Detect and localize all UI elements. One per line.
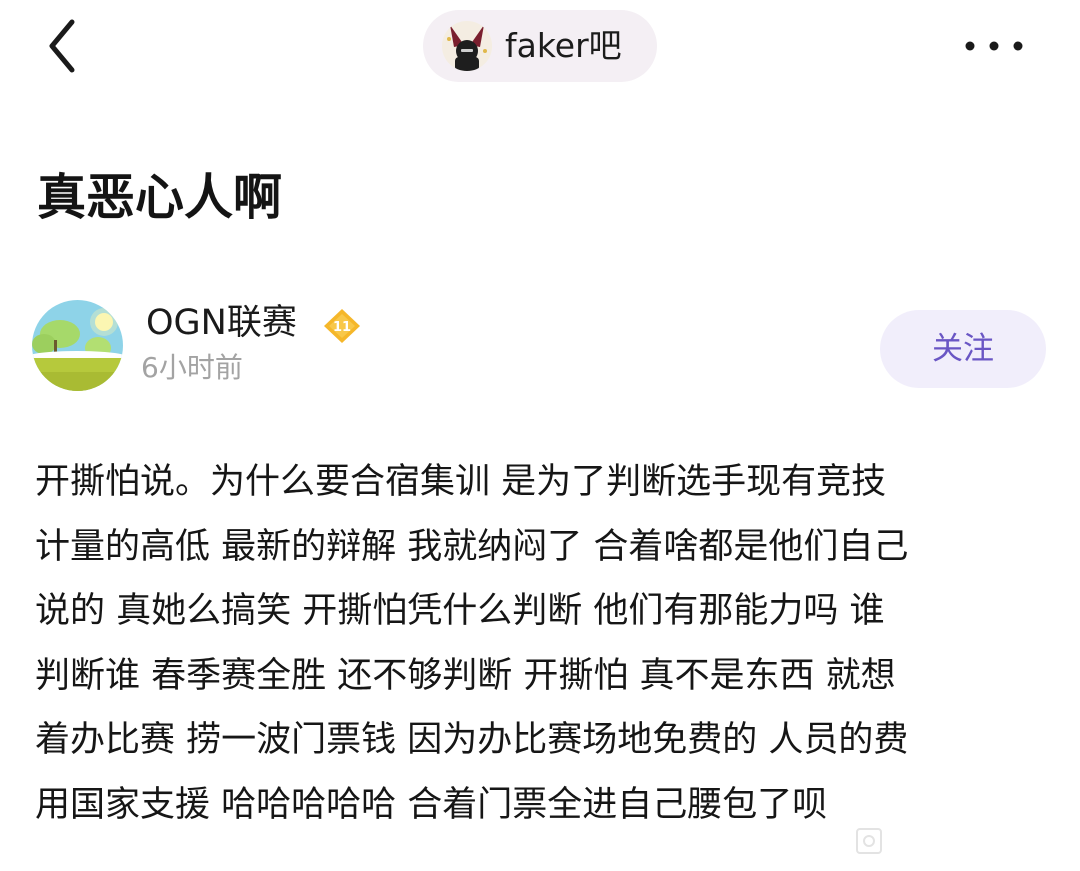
post-body-line: 计量的高低 最新的辩解 我就纳闷了 合着啥都是他们自己	[35, 526, 909, 567]
author-avatar[interactable]	[32, 300, 123, 391]
forum-link[interactable]: faker吧	[423, 10, 657, 82]
back-button[interactable]	[30, 14, 94, 78]
forum-avatar-image	[442, 21, 492, 71]
post-body-line: 开撕怕说。为什么要合宿集训 是为了判断选手现有竞技	[35, 462, 887, 502]
post-body-line: 着办比赛 捞一波门票钱 因为办比赛场地免费的 人员的费	[35, 720, 909, 760]
post-timestamp: 6小时前	[141, 351, 243, 384]
top-nav-bar: faker吧	[0, 0, 1080, 92]
chevron-left-icon	[49, 19, 75, 73]
more-options-button[interactable]	[958, 20, 1030, 72]
author-name[interactable]: OGN联赛	[146, 300, 297, 346]
diamond-level-icon: 11	[324, 309, 360, 343]
ellipsis-horizontal-icon	[965, 41, 1023, 51]
follow-button[interactable]: 关注	[880, 310, 1046, 388]
watermark-icon	[854, 826, 884, 856]
level-number: 11	[333, 320, 351, 335]
post-body-line: 用国家支援 哈哈哈哈哈 合着门票全进自己腰包了呗	[35, 784, 828, 825]
post-body-line: 判断谁 春季赛全胜 还不够判断 开撕怕 真不是东西 就想	[35, 655, 896, 696]
post-body-line: 说的 真她么搞笑 开撕怕凭什么判断 他们有那能力吗 谁	[35, 591, 885, 631]
post-body: 开撕怕说。为什么要合宿集训 是为了判断选手现有竞技 计量的高低 最新的辩解 我就…	[35, 450, 1045, 837]
forum-name: faker吧	[505, 26, 622, 65]
level-badge: 11	[322, 307, 362, 345]
post-title: 真恶心人啊	[37, 169, 283, 226]
